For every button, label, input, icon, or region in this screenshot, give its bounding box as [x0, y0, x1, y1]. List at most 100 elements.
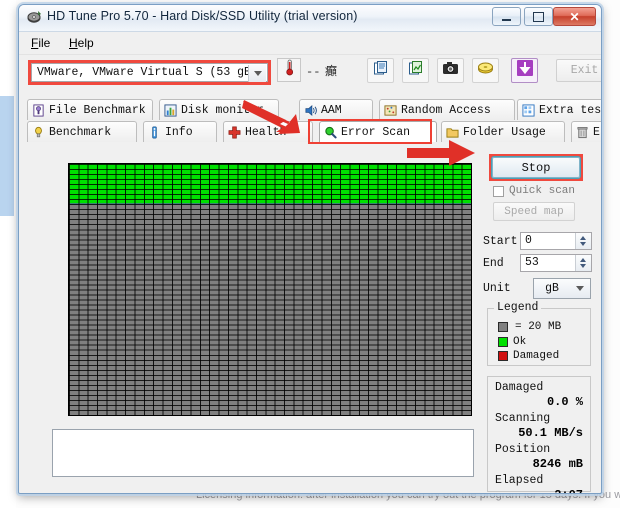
- copy-green-icon: [408, 60, 424, 81]
- end-input[interactable]: 53: [520, 254, 592, 272]
- tab-extra-tests[interactable]: Extra tests: [517, 99, 602, 120]
- temperature-value: --: [306, 65, 321, 79]
- tab-info[interactable]: Info: [143, 121, 217, 142]
- tab-random-access[interactable]: Random Access: [379, 99, 515, 120]
- tab-row-2: Benchmark Info Health Error Scan Folder Usag…: [27, 121, 601, 142]
- copy-info-button[interactable]: [367, 58, 394, 83]
- tab-label: Random Access: [401, 103, 491, 117]
- stop-button-label: Stop: [521, 160, 551, 175]
- log-output-box[interactable]: [52, 429, 474, 477]
- tab-label: Benchmark: [49, 125, 112, 139]
- tab-row-1: File Benchmark Disk monitor AAM Random Acce…: [27, 99, 601, 120]
- unit-select-value: gB: [545, 282, 559, 295]
- stat-value-damaged: 0.0 %: [546, 395, 583, 409]
- end-value: 53: [525, 256, 539, 269]
- disk-button[interactable]: [472, 58, 499, 83]
- menu-item-help[interactable]: Help: [63, 35, 100, 51]
- tab-erase[interactable]: Erase: [571, 121, 601, 142]
- scan-grid[interactable]: [68, 163, 472, 416]
- hdtune-window: HD Tune Pro 5.70 - Hard Disk/SSD Utility…: [18, 4, 602, 494]
- quick-scan-checkbox-box[interactable]: [493, 185, 504, 197]
- speed-map-button[interactable]: Speed map: [493, 202, 575, 221]
- legend-row-damaged: Damaged: [498, 350, 559, 362]
- background-blue-accent: [0, 96, 14, 216]
- drive-select-highlight: VMware, VMware Virtual S (53 gB): [28, 60, 271, 85]
- error-scan-panel: Stop Quick scan Speed map Start 0 End 53…: [27, 144, 595, 493]
- screenshot-button[interactable]: [437, 58, 464, 83]
- tab-benchmark[interactable]: Benchmark: [27, 121, 137, 142]
- end-label: End: [483, 257, 504, 270]
- minimize-icon: [493, 8, 520, 25]
- quick-scan-checkbox[interactable]: Quick scan: [493, 185, 575, 197]
- legend-row-ok: Ok: [498, 336, 526, 348]
- hdtune-app-icon: [27, 10, 42, 25]
- tab-error-scan[interactable]: Error Scan: [319, 121, 437, 142]
- scan-grid-horizontal-lines: [69, 164, 471, 415]
- drive-select[interactable]: VMware, VMware Virtual S (53 gB): [31, 63, 268, 82]
- copy-graph-button[interactable]: [402, 58, 429, 83]
- start-input[interactable]: 0: [520, 232, 592, 250]
- legend-row-size: = 20 MB: [498, 321, 561, 333]
- scan-stats-box: Damaged 0.0 % Scanning 50.1 MB/s Positio…: [487, 376, 591, 493]
- stat-value-elapsed: 2:07: [554, 488, 583, 493]
- chevron-down-icon[interactable]: [572, 279, 588, 298]
- camera-icon: [442, 61, 459, 80]
- background-left-margin: [0, 0, 16, 508]
- stat-label-elapsed: Elapsed: [495, 474, 544, 487]
- unit-field-row: Unit gB: [483, 278, 593, 300]
- menu-item-file[interactable]: File: [25, 35, 56, 51]
- toolbar: VMware, VMware Virtual S (53 gB) -- 癲 Ex…: [19, 55, 601, 99]
- unit-label: Unit: [483, 282, 511, 295]
- tab-aam[interactable]: AAM: [299, 99, 373, 120]
- tab-label: Health: [245, 125, 287, 139]
- speed-map-label: Speed map: [504, 205, 564, 218]
- legend-text-damaged: Damaged: [513, 350, 560, 362]
- stat-label-scanning: Scanning: [495, 412, 551, 425]
- title-bar: HD Tune Pro 5.70 - Hard Disk/SSD Utility…: [19, 5, 601, 32]
- tab-label: Extra tests: [539, 103, 602, 117]
- close-icon: ✕: [569, 9, 580, 24]
- error-scan-magnifier-icon: [324, 126, 337, 139]
- purple-down-arrow-icon: [516, 59, 534, 82]
- close-button[interactable]: ✕: [553, 7, 596, 26]
- exit-button-label: Exit: [570, 64, 599, 77]
- file-benchmark-icon: [32, 103, 45, 117]
- tab-file-benchmark[interactable]: File Benchmark: [27, 99, 153, 120]
- save-button[interactable]: [511, 58, 538, 83]
- folder-usage-icon: [446, 126, 459, 139]
- tab-label: Info: [165, 125, 193, 139]
- end-stepper[interactable]: [575, 255, 591, 271]
- tab-health[interactable]: Health: [223, 121, 313, 142]
- exit-button[interactable]: Exit: [556, 59, 601, 82]
- minimize-button[interactable]: [492, 7, 521, 26]
- window-title: HD Tune Pro 5.70 - Hard Disk/SSD Utility…: [47, 9, 358, 23]
- tab-strip: File Benchmark Disk monitor AAM Random Acce…: [19, 99, 601, 144]
- legend-title: Legend: [494, 301, 542, 314]
- temperature-button[interactable]: [277, 58, 301, 82]
- chevron-down-icon[interactable]: [248, 65, 266, 82]
- thermometer-icon: [282, 59, 297, 81]
- temperature-unit: 癲: [325, 64, 338, 78]
- yellow-disk-icon: [477, 61, 494, 81]
- benchmark-bulb-icon: [32, 126, 45, 139]
- tab-disk-monitor[interactable]: Disk monitor: [159, 99, 279, 120]
- stop-button[interactable]: Stop: [491, 156, 581, 179]
- tab-label: AAM: [321, 103, 342, 117]
- tab-label: Error Scan: [341, 125, 411, 139]
- menu-item-help-rest: elp: [77, 36, 94, 50]
- menu-bar: File Help: [19, 32, 601, 55]
- stop-button-highlight: Stop: [489, 154, 583, 181]
- tab-label: File Benchmark: [49, 103, 146, 117]
- legend-swatch-unscanned: [498, 322, 508, 332]
- quick-scan-label: Quick scan: [509, 185, 576, 197]
- tab-folder-usage[interactable]: Folder Usage: [441, 121, 565, 142]
- start-field-row: Start 0: [483, 232, 593, 252]
- end-field-row: End 53: [483, 254, 593, 274]
- menu-item-file-rest: ile: [38, 36, 51, 50]
- copy-icon: [373, 60, 389, 81]
- maximize-button[interactable]: [524, 7, 553, 26]
- start-stepper[interactable]: [575, 233, 591, 249]
- scan-controls-panel: Stop Quick scan Speed map Start 0 End 53…: [483, 148, 593, 493]
- tab-label: Erase: [593, 125, 601, 139]
- unit-select[interactable]: gB: [533, 278, 591, 299]
